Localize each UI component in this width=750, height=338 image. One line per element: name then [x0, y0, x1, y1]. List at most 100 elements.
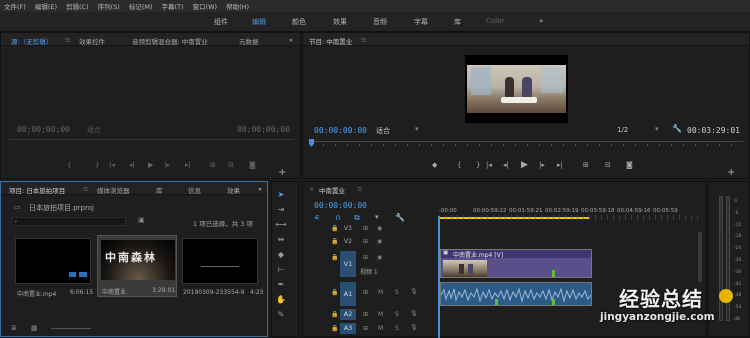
panel-more-icon[interactable]: »	[289, 36, 293, 44]
lock-icon[interactable]: 🔒	[331, 238, 338, 245]
track-label-a1[interactable]: A1	[340, 282, 356, 306]
play-icon[interactable]: ▶	[521, 160, 528, 170]
solo-button[interactable]: S	[395, 325, 399, 332]
workspace-color-en[interactable]: Color	[486, 17, 504, 25]
tab-project[interactable]: 项目: 日本旅拍项目	[9, 185, 65, 195]
tab-program[interactable]: 节目: 中南置业	[309, 36, 352, 46]
ripple-edit-tool-icon[interactable]: ⟷	[275, 220, 287, 230]
mute-button[interactable]: M	[378, 325, 383, 332]
tab-source[interactable]: 源:（无剪辑）	[11, 36, 52, 46]
workspace-libraries[interactable]: 库	[454, 17, 461, 27]
panel-more-icon[interactable]: »	[258, 185, 262, 193]
go-to-out-icon[interactable]: ▸|	[557, 161, 563, 169]
step-back-icon[interactable]: ◂|	[129, 161, 135, 169]
timeline-timecode[interactable]: 00:00:00:00	[314, 201, 367, 210]
quality-select[interactable]: 1/2	[617, 126, 628, 134]
menu-sequence[interactable]: 序列(S)	[98, 1, 120, 11]
microphone-icon[interactable]: 🎙	[410, 324, 418, 331]
video-clip[interactable]: ▣ 中南置业.mp4 [V]	[440, 249, 592, 278]
sync-lock-icon[interactable]: ⊞	[363, 325, 368, 332]
source-scrub-bar[interactable]	[9, 139, 294, 140]
lock-icon[interactable]: 🔒	[331, 289, 338, 296]
tab-metadata[interactable]: 元数据	[239, 36, 259, 46]
workspace-color[interactable]: 颜色	[292, 17, 306, 27]
timeline-settings-icon[interactable]: 🔧	[395, 213, 405, 222]
quality-chevron-down-icon[interactable]: ▾	[655, 125, 659, 133]
insert-icon[interactable]: ⊞	[210, 161, 216, 169]
add-button-icon[interactable]: +	[278, 167, 286, 178]
zoom-slider[interactable]	[51, 328, 91, 329]
workspace-titles[interactable]: 字幕	[414, 17, 428, 27]
mark-in-icon[interactable]: {	[67, 161, 71, 169]
tab-media-browser[interactable]: 媒体浏览器	[97, 185, 130, 195]
mute-button[interactable]: M	[378, 289, 383, 296]
tab-effect-controls[interactable]: 效果控件	[79, 36, 105, 46]
go-to-in-icon[interactable]: |◂	[109, 161, 115, 169]
tab-effects[interactable]: 效果	[227, 185, 240, 195]
menu-help[interactable]: 帮助(H)	[226, 1, 249, 11]
solo-button[interactable]: S	[395, 289, 399, 296]
workspace-assembly[interactable]: 组件	[214, 17, 228, 27]
keyframe-marker[interactable]	[552, 270, 555, 277]
tab-menu-icon[interactable]: ≡	[65, 36, 70, 44]
export-frame-icon[interactable]: ◙	[249, 161, 256, 169]
mark-out-icon[interactable]: }	[95, 161, 99, 169]
camera-icon[interactable]: ◙	[626, 161, 633, 169]
icon-view-icon[interactable]: ▦	[31, 324, 38, 332]
project-search-input[interactable]: ⌕	[11, 217, 126, 226]
new-bin-icon[interactable]: ▣	[138, 216, 145, 224]
overwrite-icon[interactable]: ⊟	[228, 161, 234, 169]
program-scrub-bar[interactable]	[311, 141, 743, 147]
program-zoom-select[interactable]: 适合	[376, 126, 390, 136]
add-marker-icon[interactable]: ▾	[375, 213, 379, 221]
eye-icon[interactable]: ◉	[377, 254, 382, 261]
pen-tool-icon[interactable]: ✒	[275, 280, 287, 290]
source-zoom-select[interactable]: 适合	[87, 125, 101, 135]
list-view-icon[interactable]: ≣	[11, 324, 17, 332]
step-back-icon[interactable]: ◂|	[503, 161, 509, 169]
lock-icon[interactable]: 🔒	[331, 254, 338, 261]
workspace-more-button[interactable]: »	[539, 17, 543, 25]
zoom-chevron-down-icon[interactable]: ▾	[415, 125, 419, 133]
timeline-vertical-scrollbar[interactable]	[698, 232, 702, 282]
track-select-tool-icon[interactable]: ⇥	[275, 205, 287, 215]
sync-lock-icon[interactable]: ⊞	[363, 238, 368, 245]
sync-lock-icon[interactable]: ⊞	[363, 289, 368, 296]
track-label-a3[interactable]: A3	[340, 323, 356, 334]
eye-icon[interactable]: ◉	[377, 225, 382, 232]
sync-lock-icon[interactable]: ⊞	[363, 254, 368, 261]
menu-clip[interactable]: 剪辑(C)	[66, 1, 89, 11]
sync-lock-icon[interactable]: ⊞	[363, 225, 368, 232]
play-icon[interactable]: ▶	[148, 161, 153, 169]
mark-out-icon[interactable]: }	[476, 161, 480, 169]
magnet-icon[interactable]: ∩	[335, 213, 341, 222]
extract-icon[interactable]: ⊟	[605, 161, 611, 169]
audio-clip[interactable]	[440, 282, 592, 306]
project-item-selected[interactable]: 中南森林 中南置业 3:29:01	[97, 235, 177, 297]
sync-lock-icon[interactable]: ⊞	[363, 311, 368, 318]
add-marker-icon[interactable]: ◆	[432, 161, 437, 169]
menu-window[interactable]: 窗口(W)	[193, 1, 218, 11]
snap-icon[interactable]: ⚟	[314, 214, 320, 222]
program-timecode[interactable]: 00:00:00:00	[314, 126, 367, 135]
microphone-icon[interactable]: 🎙	[410, 288, 418, 295]
menu-markers[interactable]: 标记(M)	[129, 1, 153, 11]
mute-button[interactable]: M	[378, 311, 383, 318]
lift-icon[interactable]: ⊞	[583, 161, 589, 169]
program-video-frame[interactable]	[465, 55, 568, 123]
project-item-thumbnail-1[interactable]	[15, 238, 91, 284]
program-menu-icon[interactable]: ≡	[361, 36, 366, 44]
workspace-editing[interactable]: 编辑	[252, 17, 266, 27]
microphone-icon[interactable]: 🎙	[410, 310, 418, 317]
workspace-effects[interactable]: 效果	[333, 17, 347, 27]
go-to-in-icon[interactable]: |◂	[486, 161, 492, 169]
eye-icon[interactable]: ◉	[377, 238, 382, 245]
solo-button[interactable]: S	[395, 311, 399, 318]
tab-info[interactable]: 信息	[188, 185, 201, 195]
project-item-thumbnail-3[interactable]	[182, 238, 258, 284]
menu-file[interactable]: 文件(F)	[4, 1, 26, 11]
rate-stretch-tool-icon[interactable]: ⇹	[275, 235, 287, 245]
project-menu-icon[interactable]: ≡	[83, 185, 88, 193]
lock-icon[interactable]: 🔒	[331, 225, 338, 232]
mark-in-icon[interactable]: {	[457, 161, 461, 169]
